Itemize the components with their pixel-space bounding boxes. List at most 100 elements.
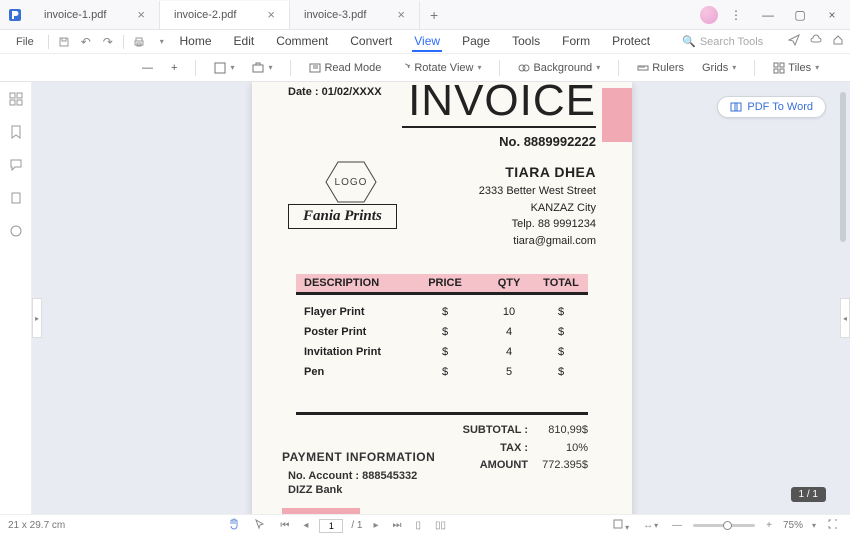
view-ribbon: — + ▾ ▾ Read Mode Rotate View▾ Backgroun… (0, 54, 850, 82)
status-bar: 21 x 29.7 cm ⏮ ◂ / 1 ▸ ⏭ ▯ ▯▯ ▾ ↔▾ — + 7… (0, 514, 850, 536)
user-avatar[interactable] (700, 6, 718, 24)
zoom-out-icon[interactable]: — (669, 520, 685, 531)
page-total: / 1 (351, 520, 362, 531)
quick-access-bar: File ↶ ↷ ▾ Home Edit Comment Convert Vie… (0, 30, 850, 54)
select-tool-icon[interactable] (251, 518, 269, 533)
tab-invoice-2[interactable]: invoice-2.pdf × (160, 1, 290, 29)
tiles-dropdown[interactable]: Tiles▾ (767, 60, 825, 76)
divider (402, 126, 596, 128)
add-tab-button[interactable]: + (420, 7, 448, 23)
close-icon[interactable]: × (263, 7, 279, 22)
menu-convert[interactable]: Convert (348, 32, 394, 52)
tab-invoice-1[interactable]: invoice-1.pdf × (30, 1, 160, 29)
decorative-block (282, 508, 360, 514)
page-number-input[interactable] (319, 519, 343, 533)
fit-width-icon[interactable]: ↔▾ (640, 520, 661, 531)
menu-home[interactable]: Home (178, 32, 214, 52)
next-page-icon[interactable]: ▸ (370, 520, 381, 531)
maximize-button[interactable]: ▢ (786, 1, 814, 29)
title-bar: invoice-1.pdf × invoice-2.pdf × invoice-… (0, 0, 850, 30)
close-icon[interactable]: × (133, 7, 149, 22)
payment-account: No. Account : 888545332 (288, 470, 417, 482)
tab-invoice-3[interactable]: invoice-3.pdf × (290, 1, 420, 29)
totals-block: SUBTOTAL :810,99$ TAX :10% AMOUNT772.395… (458, 422, 588, 475)
payment-bank: DIZZ Bank (288, 484, 342, 496)
bookmark-panel-icon[interactable] (9, 125, 23, 142)
invoice-date: Date : 01/02/XXXX (288, 86, 382, 98)
background-dropdown[interactable]: Background▾ (512, 60, 606, 76)
first-page-icon[interactable]: ⏮ (277, 520, 292, 531)
company-name-box: Fania Prints (288, 204, 397, 229)
search-placeholder: Search Tools (700, 36, 763, 48)
last-page-icon[interactable]: ⏭ (390, 520, 405, 531)
menu-tools[interactable]: Tools (510, 32, 542, 52)
zoom-out-button[interactable]: — (136, 60, 159, 76)
line-items-body: Flayer Print $ 10 $ Poster Print $ 4 $ I… (296, 302, 588, 382)
page-indicator-badge: 1 / 1 (791, 487, 826, 502)
document-viewport[interactable]: ▸ ◂ PDF To Word 1 / 1 Date : 01/02/XXXX … (32, 82, 850, 514)
zoom-value[interactable]: 75% (783, 520, 803, 531)
menu-view[interactable]: View (412, 32, 442, 52)
attachment-panel-icon[interactable] (9, 191, 23, 208)
tab-label: invoice-2.pdf (174, 9, 236, 21)
cloud-icon[interactable] (810, 34, 822, 49)
search-icon: 🔍 (682, 35, 696, 48)
fit-page-icon[interactable]: ▾ (609, 518, 632, 533)
customer-name: TIARA DHEA (479, 162, 596, 183)
file-menu[interactable]: File (6, 36, 44, 48)
comment-panel-icon[interactable] (9, 158, 23, 175)
save-icon[interactable] (53, 31, 75, 53)
share-icon[interactable] (788, 34, 800, 49)
invoice-title: INVOICE (408, 82, 632, 126)
line-item: Poster Print $ 4 $ (296, 322, 588, 342)
invoice-number: No. 8889992222 (499, 134, 596, 149)
line-item: Invitation Print $ 4 $ (296, 342, 588, 362)
quick-dropdown-icon[interactable]: ▾ (151, 31, 173, 53)
search-tools[interactable]: 🔍 Search Tools (682, 35, 763, 48)
close-icon[interactable]: × (393, 7, 409, 22)
main-menu: Home Edit Comment Convert View Page Tool… (178, 32, 653, 52)
field-panel-icon[interactable] (9, 224, 23, 241)
pdf-to-word-button[interactable]: PDF To Word (717, 96, 826, 118)
menu-form[interactable]: Form (560, 32, 592, 52)
zoom-in-button[interactable]: + (165, 60, 183, 76)
zoom-slider[interactable] (693, 524, 755, 527)
read-mode-button[interactable]: Read Mode (303, 60, 387, 76)
page-dimensions: 21 x 29.7 cm (8, 520, 65, 531)
divider (296, 412, 588, 415)
undo-icon[interactable]: ↶ (75, 31, 97, 53)
customer-block: TIARA DHEA 2333 Better West Street KANZA… (479, 162, 596, 249)
customer-phone: Telp. 88 9991234 (479, 216, 596, 233)
screenshot-dropdown[interactable]: ▾ (246, 60, 278, 76)
menu-protect[interactable]: Protect (610, 32, 652, 52)
vertical-scrollbar[interactable] (840, 92, 846, 472)
line-items-header: DESCRIPTION PRICE QTY TOTAL (296, 274, 588, 292)
redo-icon[interactable]: ↷ (97, 31, 119, 53)
rotate-view-dropdown[interactable]: Rotate View▾ (393, 60, 487, 76)
hand-tool-icon[interactable] (225, 518, 243, 533)
thumbnail-panel-icon[interactable] (9, 92, 23, 109)
tab-label: invoice-1.pdf (44, 9, 106, 21)
print-icon[interactable] (128, 31, 150, 53)
minimize-button[interactable]: — (754, 1, 782, 29)
zoom-in-icon[interactable]: + (763, 520, 775, 531)
document-page: Date : 01/02/XXXX INVOICE No. 8889992222… (252, 82, 632, 514)
customer-city: KANZAZ City (479, 200, 596, 217)
expand-left-handle[interactable]: ▸ (32, 298, 42, 338)
home-icon[interactable] (832, 34, 844, 49)
more-icon[interactable]: ⋮ (722, 1, 750, 29)
rulers-button[interactable]: Rulers (631, 60, 690, 76)
prev-page-icon[interactable]: ◂ (300, 520, 311, 531)
customer-street: 2333 Better West Street (479, 183, 596, 200)
page-layout-dropdown[interactable]: ▾ (208, 60, 240, 76)
menu-comment[interactable]: Comment (274, 32, 330, 52)
menu-page[interactable]: Page (460, 32, 492, 52)
grids-button[interactable]: Grids▾ (696, 60, 742, 76)
single-page-icon[interactable]: ▯ (413, 520, 425, 531)
fullscreen-icon[interactable] (824, 518, 842, 533)
main-area: ▸ ◂ PDF To Word 1 / 1 Date : 01/02/XXXX … (0, 82, 850, 514)
menu-edit[interactable]: Edit (232, 32, 257, 52)
line-item: Flayer Print $ 10 $ (296, 302, 588, 322)
close-window-button[interactable]: × (818, 1, 846, 29)
two-page-icon[interactable]: ▯▯ (432, 520, 449, 531)
